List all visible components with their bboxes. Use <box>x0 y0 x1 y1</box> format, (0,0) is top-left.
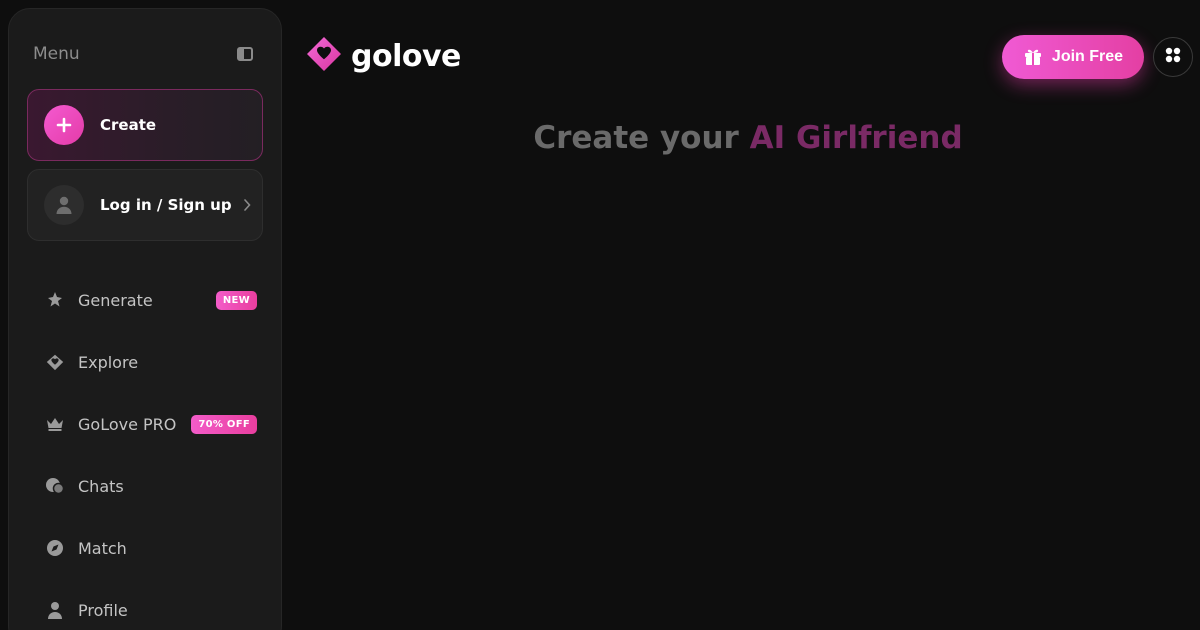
sidebar-nav: Generate NEW Explore GoLove PRO 70% OFF <box>45 269 257 630</box>
apps-menu-button[interactable] <box>1153 37 1193 77</box>
page-title: Create your AI Girlfriend <box>298 120 1198 156</box>
heart-diamond-icon <box>45 352 65 372</box>
menu-header: Menu <box>33 42 253 66</box>
compass-icon <box>45 538 65 558</box>
new-badge: NEW <box>215 290 257 310</box>
menu-title: Menu <box>33 44 80 64</box>
chevron-right-icon <box>232 196 262 215</box>
sidebar-item-label: Chats <box>78 476 124 496</box>
app-root: Menu Create Log in / Sign up Generate NE… <box>0 0 1200 630</box>
sidebar-item-explore[interactable]: Explore <box>45 331 257 393</box>
sidebar-item-label: Generate <box>78 290 153 310</box>
user-icon <box>45 600 65 620</box>
headline-prefix: Create your <box>533 120 750 156</box>
plus-icon <box>44 105 84 145</box>
login-signup-button[interactable]: Log in / Sign up <box>27 169 263 241</box>
sidebar-item-golove-pro[interactable]: GoLove PRO 70% OFF <box>45 393 257 455</box>
logo-text: golove <box>351 38 461 74</box>
sidebar-collapse-icon[interactable] <box>237 47 253 61</box>
sidebar-item-generate[interactable]: Generate NEW <box>45 269 257 331</box>
golove-logo[interactable]: golove <box>305 36 461 76</box>
discount-badge: 70% OFF <box>191 414 257 434</box>
login-signup-label: Log in / Sign up <box>100 196 232 214</box>
sidebar-item-label: Explore <box>78 352 139 372</box>
sparkle-icon <box>45 290 65 310</box>
gift-icon <box>1023 46 1043 69</box>
join-free-label: Join Free <box>1051 48 1124 65</box>
create-label: Create <box>100 116 157 134</box>
sidebar-item-label: Match <box>78 538 127 558</box>
headline-accent: AI Girlfriend <box>749 120 963 156</box>
sidebar-item-match[interactable]: Match <box>45 517 257 579</box>
sidebar-item-label: Profile <box>78 600 128 620</box>
sidebar-item-profile[interactable]: Profile <box>45 579 257 630</box>
grid-dots-icon <box>1165 47 1181 67</box>
sidebar-item-label: GoLove PRO <box>78 414 177 434</box>
crown-icon <box>45 414 65 434</box>
sidebar: Menu Create Log in / Sign up Generate NE… <box>8 8 282 630</box>
chat-bubbles-icon <box>45 476 65 496</box>
user-avatar-icon <box>44 185 84 225</box>
create-button[interactable]: Create <box>27 89 263 161</box>
sidebar-item-chats[interactable]: Chats <box>45 455 257 517</box>
join-free-button[interactable]: Join Free <box>1002 35 1144 79</box>
golove-logo-icon <box>305 35 343 77</box>
